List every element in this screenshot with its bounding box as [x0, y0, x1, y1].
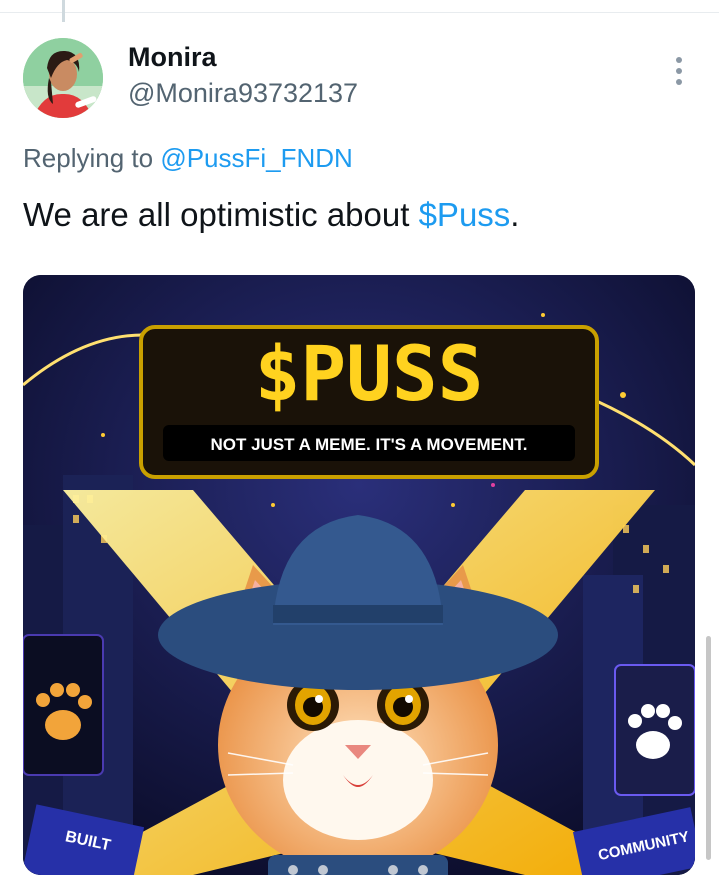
tweet-text: We are all optimistic about $Puss. [23, 196, 519, 234]
thread-connector-line [62, 0, 65, 22]
tweet-media-image[interactable]: $PUSS NOT JUST A MEME. IT'S A MOVEMENT. … [23, 275, 695, 875]
sign-title: $PUSS [255, 329, 484, 418]
tweet-text-end: . [510, 196, 520, 233]
top-divider [0, 12, 719, 13]
media-illustration: $PUSS NOT JUST A MEME. IT'S A MOVEMENT. … [23, 275, 695, 875]
cashtag-link[interactable]: $Puss [419, 196, 511, 233]
display-name[interactable]: Monira [128, 42, 217, 73]
more-options-button[interactable] [664, 54, 694, 88]
reply-mention-link[interactable]: @PussFi_FNDN [160, 143, 353, 173]
user-handle[interactable]: @Monira93732137 [128, 78, 358, 109]
avatar[interactable] [23, 38, 103, 118]
sign-subtitle: NOT JUST A MEME. IT'S A MOVEMENT. [211, 435, 528, 454]
more-vertical-icon [676, 57, 682, 85]
replying-to-label: Replying to [23, 143, 161, 173]
replying-to-line: Replying to @PussFi_FNDN [23, 143, 353, 174]
tweet-text-body: We are all optimistic about [23, 196, 419, 233]
page-scrollbar[interactable] [706, 636, 711, 860]
avatar-image [23, 38, 103, 118]
